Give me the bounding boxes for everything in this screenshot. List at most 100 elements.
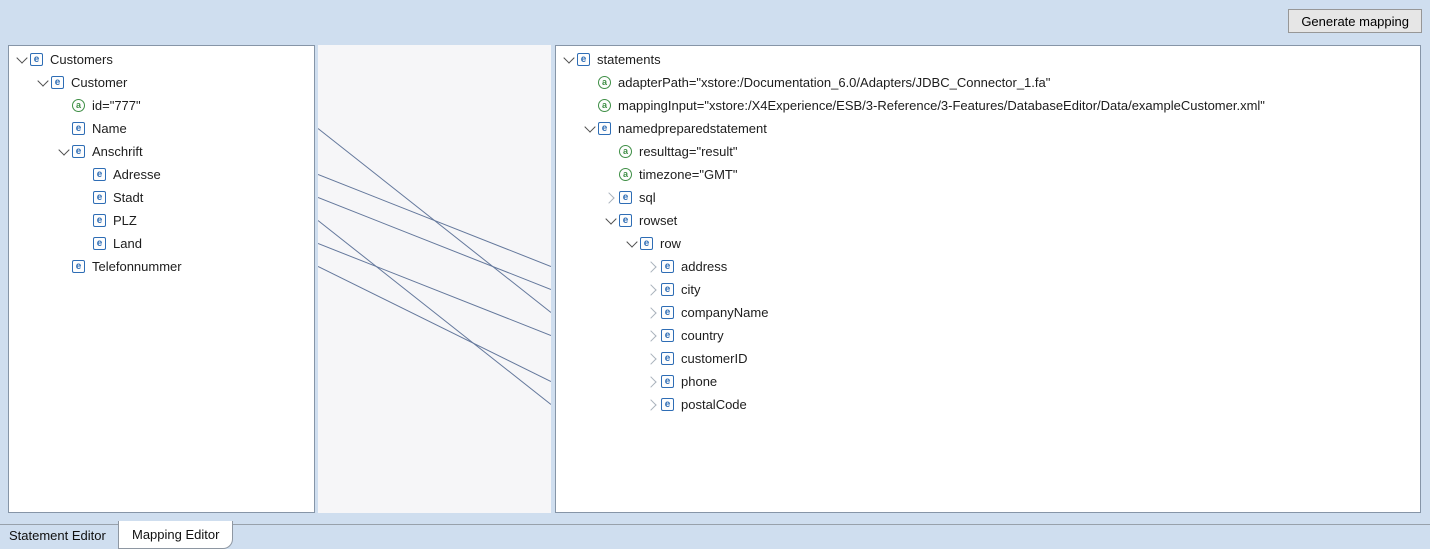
element-icon: e [598,122,611,135]
chevron-down-icon[interactable] [581,117,598,140]
element-icon: e [661,329,674,342]
tree-node-label: Telefonnummer [91,259,182,274]
tree-row-resulttag-result[interactable]: a resulttag="result" [556,140,1420,163]
tree-node-label: PLZ [112,213,137,228]
tree-row-customer[interactable]: e Customer [9,71,314,94]
source-tree-panel: eCustomerseCustomeraid="777"eNameeAnschr… [8,45,315,513]
element-icon: e [93,214,106,227]
attribute-icon: a [598,76,611,89]
chevron-down-icon[interactable] [623,232,640,255]
chevron-down-icon[interactable] [55,140,72,163]
tree-row-namedpreparedstatement[interactable]: e namedpreparedstatement [556,117,1420,140]
element-icon: e [93,168,106,181]
tree-row-country[interactable]: ecountry [556,324,1420,347]
chevron-down-icon[interactable] [13,48,30,71]
tree-row-companyname[interactable]: e companyName [556,301,1420,324]
tree-row-rowset[interactable]: erowset [556,209,1420,232]
mapping-line-land-to-country[interactable] [318,244,551,336]
tree-row-postalcode[interactable]: epostalCode [556,393,1420,416]
tree-node-label: Customers [49,52,113,67]
tree-node-label: Land [112,236,142,251]
mapping-line-stadt-to-city[interactable] [318,198,551,290]
tree-node-label: city [680,282,701,297]
tree-row-timezone-gmt[interactable]: atimezone="GMT" [556,163,1420,186]
editor-tab-bar: Statement Editor Mapping Editor [0,521,1430,549]
attribute-icon: a [619,145,632,158]
element-icon: e [72,122,85,135]
tree-row-phone[interactable]: ephone [556,370,1420,393]
chevron-down-icon[interactable] [34,71,51,94]
source-tree: eCustomerseCustomeraid="777"eNameeAnschr… [9,46,314,278]
tree-row-statements[interactable]: estatements [556,48,1420,71]
mapping-line-telefonnummer-to-phone[interactable] [318,267,551,382]
tree-row-address[interactable]: e address [556,255,1420,278]
chevron-spacer [602,140,619,163]
chevron-right-icon[interactable] [602,186,619,209]
chevron-right-icon[interactable] [644,278,661,301]
tree-row-mappinginput-xstore-x4experience-esb-3-r[interactable]: amappingInput="xstore:/X4Experience/ESB/… [556,94,1420,117]
chevron-down-icon[interactable] [602,209,619,232]
mapping-line-adresse-to-address[interactable] [318,175,551,267]
chevron-right-icon[interactable] [644,255,661,278]
tree-row-adapterpath-xstore-documentation-6-0-ada[interactable]: a adapterPath="xstore:/Documentation_6.0/… [556,71,1420,94]
tree-node-label: customerID [680,351,747,366]
tab-statement-editor[interactable]: Statement Editor [0,521,115,549]
tree-row-plz[interactable]: e PLZ [9,209,314,232]
chevron-spacer [76,232,93,255]
chevron-down-icon[interactable] [560,48,577,71]
element-icon: e [661,306,674,319]
generate-mapping-button[interactable]: Generate mapping [1288,9,1422,33]
element-icon: e [72,260,85,273]
tree-node-label: resulttag="result" [638,144,737,159]
tree-row-anschrift[interactable]: e Anschrift [9,140,314,163]
tree-row-telefonnummer[interactable]: e Telefonnummer [9,255,314,278]
tree-row-sql[interactable]: esql [556,186,1420,209]
chevron-spacer [55,94,72,117]
chevron-spacer [581,94,598,117]
element-icon: e [93,191,106,204]
chevron-right-icon[interactable] [644,301,661,324]
tree-node-label: Stadt [112,190,143,205]
attribute-icon: a [598,99,611,112]
chevron-right-icon[interactable] [644,324,661,347]
tree-node-label: Anschrift [91,144,143,159]
chevron-spacer [76,163,93,186]
tab-mapping-editor[interactable]: Mapping Editor [118,521,233,549]
element-icon: e [661,398,674,411]
element-icon: e [661,352,674,365]
element-icon: e [72,145,85,158]
tree-node-label: adapterPath="xstore:/Documentation_6.0/A… [617,75,1050,90]
tree-row-row[interactable]: erow [556,232,1420,255]
tree-row-adresse[interactable]: eAdresse [9,163,314,186]
tree-row-land[interactable]: eLand [9,232,314,255]
target-tree-panel: estatementsaadapterPath="xstore:/Documen… [555,45,1421,513]
tree-node-label: statements [596,52,661,67]
mapping-lines-svg [318,45,551,513]
tree-node-label: Name [91,121,127,136]
mapping-canvas [318,45,551,513]
element-icon: e [661,283,674,296]
chevron-spacer [581,71,598,94]
tree-node-label: rowset [638,213,677,228]
element-icon: e [661,260,674,273]
chevron-right-icon[interactable] [644,393,661,416]
tree-row-id-777[interactable]: aid="777" [9,94,314,117]
tree-node-label: companyName [680,305,768,320]
mapping-line-plz-to-postalcode[interactable] [318,221,551,405]
tree-node-label: Customer [70,75,127,90]
chevron-spacer [76,209,93,232]
tree-row-name[interactable]: e Name [9,117,314,140]
chevron-right-icon[interactable] [644,347,661,370]
element-icon: e [51,76,64,89]
mapping-editor-window: Generate mapping eCustomerseCustomeraid=… [0,0,1430,549]
element-icon: e [619,214,632,227]
tree-row-customerid[interactable]: e customerID [556,347,1420,370]
tree-row-customers[interactable]: eCustomers [9,48,314,71]
tree-node-label: namedpreparedstatement [617,121,767,136]
chevron-right-icon[interactable] [644,370,661,393]
tree-node-label: timezone="GMT" [638,167,737,182]
tree-node-label: address [680,259,727,274]
tree-node-label: id="777" [91,98,141,113]
tree-row-stadt[interactable]: e Stadt [9,186,314,209]
tree-row-city[interactable]: ecity [556,278,1420,301]
